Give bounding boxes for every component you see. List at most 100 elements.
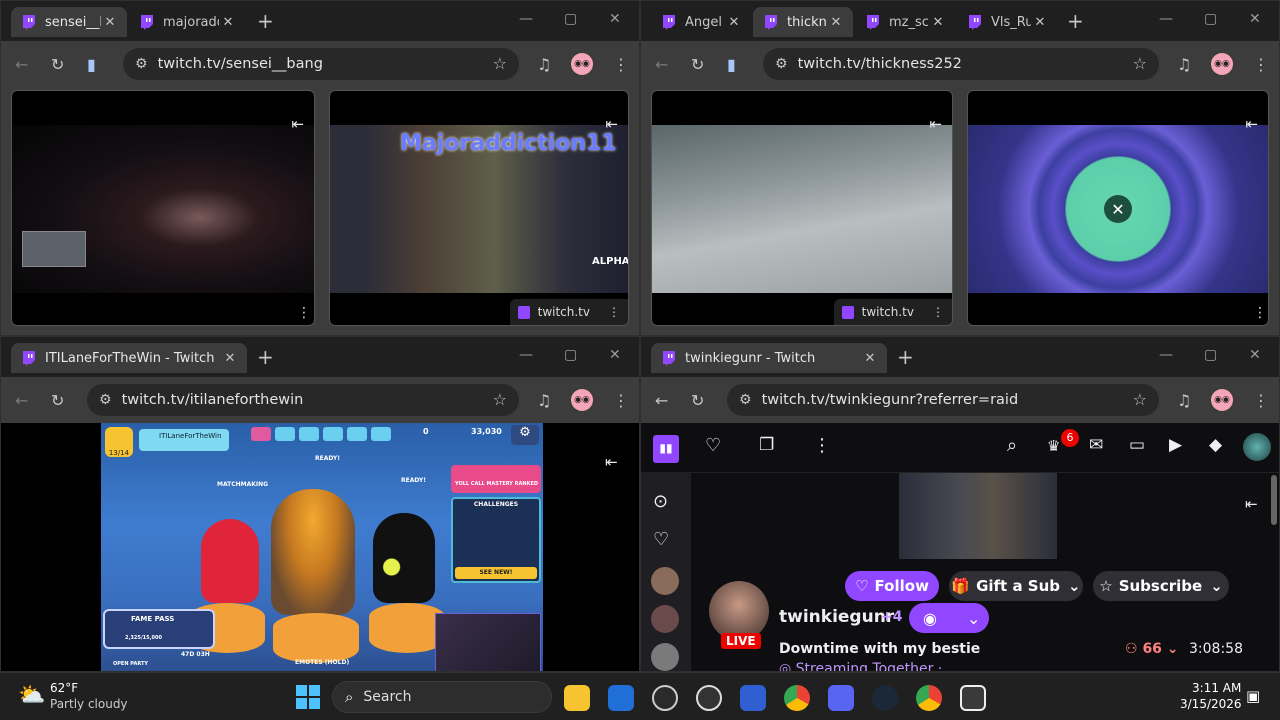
search-icon[interactable]: ⌕ bbox=[1007, 435, 1017, 456]
video-player[interactable]: 13/14 ITILaneForTheWin 0 33,030 ⚙ MATCHM… bbox=[1, 423, 639, 671]
pip-menu-icon[interactable]: ⋮ bbox=[1253, 305, 1267, 321]
close-tab-icon[interactable]: ✕ bbox=[219, 15, 237, 30]
close-window-icon[interactable]: ✕ bbox=[1249, 11, 1261, 27]
address-bar[interactable]: ⚙ twitch.tv/twinkiegunr?referrer=raid ☆ bbox=[727, 384, 1159, 416]
back-icon[interactable]: ← bbox=[15, 391, 28, 410]
pip-video-xbox[interactable]: ✕ ⇤ bbox=[967, 90, 1269, 326]
site-info-icon[interactable]: ⚙ bbox=[135, 56, 148, 72]
reload-icon[interactable]: ↻ bbox=[691, 55, 704, 74]
fame-pass-panel[interactable]: FAME PASS 2,325/15,000 bbox=[103, 609, 215, 649]
channel-avatar[interactable] bbox=[651, 605, 679, 633]
media-controls-icon[interactable]: ♫ bbox=[1177, 391, 1191, 410]
tab-itilane[interactable]: ITILaneForTheWin - Twitch ✕ bbox=[11, 343, 247, 373]
subscribe-button[interactable]: ☆ Subscribe ⌄ bbox=[1093, 571, 1229, 601]
back-to-tab-icon[interactable]: ⇤ bbox=[605, 115, 618, 133]
back-to-tab-icon[interactable]: ⇤ bbox=[1245, 495, 1258, 513]
notification-bell-icon[interactable]: ▣ bbox=[1246, 687, 1260, 705]
discord-icon[interactable] bbox=[828, 685, 854, 711]
tab-thickness[interactable]: thickn ✕ bbox=[753, 7, 853, 37]
bits-icon[interactable]: ◆ bbox=[1209, 435, 1222, 455]
twitch-logo-icon[interactable]: ▮▮ bbox=[653, 435, 679, 463]
site-info-icon[interactable]: ⚙ bbox=[739, 392, 752, 408]
pip-video-sensei[interactable]: ⇤ bbox=[11, 90, 315, 326]
see-new-button[interactable]: SEE NEW! bbox=[455, 567, 537, 579]
new-tab-icon[interactable]: + bbox=[897, 345, 914, 369]
menu-icon[interactable] bbox=[371, 427, 391, 441]
close-tab-icon[interactable]: ✕ bbox=[861, 351, 879, 366]
bookmark-star-icon[interactable]: ☆ bbox=[493, 390, 507, 409]
back-to-tab-icon[interactable]: ⇤ bbox=[291, 115, 304, 133]
mastery-panel[interactable]: YOLL CALL MASTERY RANKED bbox=[451, 465, 541, 493]
media-controls-icon[interactable]: ♫ bbox=[537, 391, 551, 410]
recommended-icon[interactable]: ⊙ bbox=[653, 491, 668, 512]
chrome-icon[interactable] bbox=[916, 685, 942, 711]
weather-icon[interactable]: ⛅ bbox=[18, 683, 45, 708]
chrome-icon[interactable] bbox=[784, 685, 810, 711]
minimize-icon[interactable]: — bbox=[1159, 11, 1173, 27]
following-heart-icon[interactable]: ♡ bbox=[705, 435, 721, 456]
streamer-avatar[interactable] bbox=[709, 581, 769, 641]
clock-time[interactable]: 3:11 AM bbox=[1192, 681, 1241, 695]
new-tab-icon[interactable]: + bbox=[1067, 9, 1084, 33]
gift-sub-button[interactable]: 🎁 Gift a Sub ⌄ bbox=[949, 571, 1083, 601]
creator-video-icon[interactable]: ▶ bbox=[1169, 435, 1182, 455]
pip-video-thickness[interactable]: ⇤ twitch.tv ⋮ bbox=[651, 90, 953, 326]
tab-majoraddiction[interactable]: majoradd ✕ bbox=[129, 7, 245, 37]
bookmark-star-icon[interactable]: ☆ bbox=[1133, 54, 1147, 73]
menu-dots-icon[interactable]: ⋮ bbox=[613, 391, 629, 410]
scrollbar[interactable] bbox=[1271, 475, 1277, 525]
tab-sensei[interactable]: sensei__b ✕ bbox=[11, 7, 127, 37]
channel-name[interactable]: twinkiegunr bbox=[779, 607, 894, 627]
media-controls-icon[interactable]: ♫ bbox=[537, 55, 551, 74]
close-tab-icon[interactable]: ✕ bbox=[221, 351, 239, 366]
weather-temp[interactable]: 62°F bbox=[50, 681, 78, 695]
bookmark-star-icon[interactable]: ☆ bbox=[493, 54, 507, 73]
back-icon[interactable]: ← bbox=[655, 55, 668, 74]
reload-icon[interactable]: ↻ bbox=[691, 391, 704, 410]
weather-desc[interactable]: Partly cloudy bbox=[50, 697, 128, 711]
tab-angel[interactable]: Angel ✕ bbox=[651, 7, 751, 37]
back-icon[interactable]: ← bbox=[15, 55, 28, 74]
streaming-together-link[interactable]: ◎ Streaming Together · bbox=[779, 661, 942, 671]
site-info-icon[interactable]: ⚙ bbox=[775, 56, 788, 72]
sidepanel-icon[interactable]: ▮ bbox=[727, 55, 736, 74]
follow-button[interactable]: ♡ Follow bbox=[845, 571, 939, 601]
squad-button[interactable]: ◉ ⌄ bbox=[909, 603, 989, 633]
reload-icon[interactable]: ↻ bbox=[51, 55, 64, 74]
followed-heart-icon[interactable]: ♡ bbox=[653, 529, 669, 550]
site-info-icon[interactable]: ⚙ bbox=[99, 392, 112, 408]
stream-thumbnail[interactable] bbox=[899, 473, 1057, 559]
close-tab-icon[interactable]: ✕ bbox=[725, 15, 743, 30]
close-window-icon[interactable]: ✕ bbox=[609, 347, 621, 363]
close-tab-icon[interactable]: ✕ bbox=[929, 15, 947, 30]
clock-date[interactable]: 3/15/2026 bbox=[1180, 697, 1242, 711]
close-tab-icon[interactable]: ✕ bbox=[827, 15, 845, 30]
app-icon[interactable] bbox=[740, 685, 766, 711]
profile-avatar[interactable]: ◉◉ bbox=[571, 389, 593, 411]
profile-avatar[interactable]: ◉◉ bbox=[571, 53, 593, 75]
reload-icon[interactable]: ↻ bbox=[51, 391, 64, 410]
user-avatar[interactable] bbox=[1243, 433, 1271, 461]
address-bar[interactable]: ⚙ twitch.tv/thickness252 ☆ bbox=[763, 48, 1159, 80]
maximize-icon[interactable]: ▢ bbox=[564, 11, 577, 27]
minimize-icon[interactable]: — bbox=[1159, 347, 1173, 363]
close-window-icon[interactable]: ✕ bbox=[1249, 347, 1261, 363]
address-bar[interactable]: ⚙ twitch.tv/sensei__bang ☆ bbox=[123, 48, 519, 80]
menu-dots-icon[interactable]: ⋮ bbox=[613, 55, 629, 74]
pip-video-majoraddiction[interactable]: Majoraddiction11 ALPHA ⇤ twitch.tv ⋮ bbox=[329, 90, 629, 326]
channel-avatar[interactable] bbox=[651, 643, 679, 671]
pip-menu-icon[interactable]: ⋮ bbox=[297, 305, 311, 321]
start-button[interactable] bbox=[296, 685, 320, 709]
inbox-icon[interactable]: ✉ bbox=[1089, 435, 1103, 455]
app-icon[interactable] bbox=[608, 685, 634, 711]
steam-icon[interactable] bbox=[872, 685, 898, 711]
whispers-icon[interactable]: ▭ bbox=[1129, 435, 1145, 455]
back-to-tab-icon[interactable]: ⇤ bbox=[1245, 115, 1258, 133]
app-icon[interactable] bbox=[696, 685, 722, 711]
browse-icon[interactable]: ❐ bbox=[759, 435, 774, 455]
profile-avatar[interactable]: ◉◉ bbox=[1211, 389, 1233, 411]
menu-icon[interactable] bbox=[347, 427, 367, 441]
back-icon[interactable]: ← bbox=[655, 391, 668, 410]
close-tab-icon[interactable]: ✕ bbox=[1031, 15, 1049, 30]
app-icon[interactable] bbox=[652, 685, 678, 711]
